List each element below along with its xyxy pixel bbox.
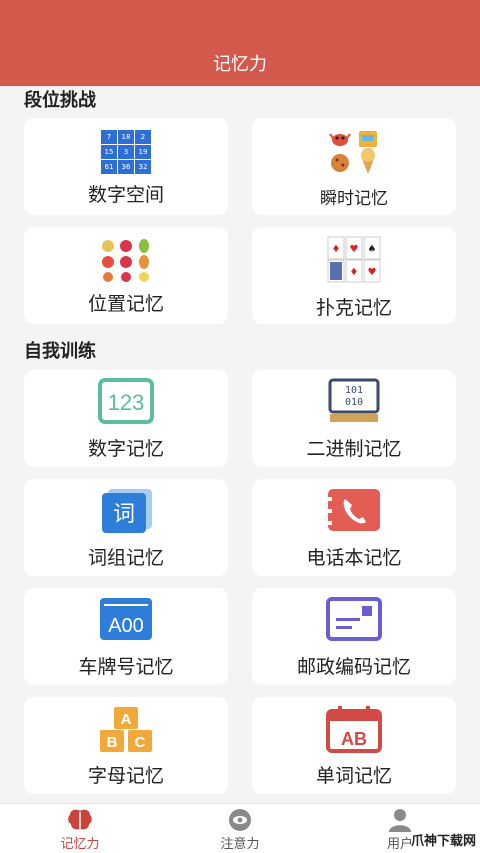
card-label: 单词记忆 xyxy=(315,765,392,787)
phrase-book-icon: 词 xyxy=(102,489,152,533)
grid-cell: 19 xyxy=(135,145,151,159)
number-123-icon: 123 xyxy=(98,378,154,424)
svg-text:C: C xyxy=(135,734,146,751)
fruit-grid-icon xyxy=(102,239,149,282)
card-label: 数字记忆 xyxy=(87,438,164,460)
envelope-icon xyxy=(326,597,382,641)
svg-text:♠: ♠ xyxy=(368,244,377,255)
svg-text:♦: ♦ xyxy=(332,244,341,255)
tab-attention[interactable]: 注意力 xyxy=(160,804,320,853)
section-title-training: 自我训练 xyxy=(24,341,96,362)
brain-icon xyxy=(68,809,92,830)
card-instant-memory[interactable]: 瞬时记忆 xyxy=(252,118,456,215)
eye-icon xyxy=(229,809,251,831)
card-label: 电话本记忆 xyxy=(306,547,402,569)
card-phrase-memory[interactable]: 词 词组记忆 xyxy=(24,479,228,576)
card-label: 位置记忆 xyxy=(87,293,164,315)
svg-text:AB: AB xyxy=(341,729,367,749)
svg-text:♦: ♦ xyxy=(350,267,359,278)
app-header: 记忆力 xyxy=(0,0,480,86)
card-label: 数字空间 xyxy=(87,184,164,206)
grid-cell: 36 xyxy=(118,160,134,174)
card-letter-memory[interactable]: A B C 字母记忆 xyxy=(24,697,228,794)
svg-text:♥: ♥ xyxy=(350,244,359,255)
phone-icon xyxy=(328,489,380,531)
abc-blocks-icon: A B C xyxy=(100,707,152,752)
svg-text:A: A xyxy=(121,711,132,728)
tab-label: 记忆力 xyxy=(60,837,100,852)
card-number-memory[interactable]: 123 数字记忆 xyxy=(24,370,228,467)
word-calendar-icon: AB xyxy=(326,706,382,753)
card-label: 词组记忆 xyxy=(87,547,164,569)
playing-cards-icon: ♦ ♥ ♠ ♦ ♥ xyxy=(327,236,381,283)
card-number-space[interactable]: 7 18 2 15 3 19 61 36 32 数字空间 xyxy=(24,118,228,215)
card-postal-code-memory[interactable]: 邮政编码记忆 xyxy=(252,588,456,685)
grid-cell: 18 xyxy=(118,130,134,144)
number-grid-icon: 7 18 2 15 3 19 61 36 32 xyxy=(101,130,151,174)
card-binary-memory[interactable]: 101 010 二进制记忆 xyxy=(252,370,456,467)
grid-cell: 2 xyxy=(135,130,151,144)
grid-cell: 3 xyxy=(118,145,134,159)
grid-cell: 7 xyxy=(101,130,117,144)
bottom-tab-bar: 记忆力 注意力 用户 xyxy=(0,803,480,853)
svg-text:123: 123 xyxy=(108,390,145,415)
card-poker-memory[interactable]: ♦ ♥ ♠ ♦ ♥ 扑克记忆 xyxy=(252,227,456,324)
card-label: 扑克记忆 xyxy=(315,297,392,319)
grid-cell: 61 xyxy=(101,160,117,174)
card-label: 瞬时记忆 xyxy=(320,189,388,209)
tab-label: 注意力 xyxy=(220,837,260,852)
svg-text:B: B xyxy=(107,734,118,751)
license-plate-icon: A00 xyxy=(100,598,152,640)
card-label: 字母记忆 xyxy=(87,765,164,787)
user-icon xyxy=(389,809,411,832)
card-word-memory[interactable]: AB 单词记忆 xyxy=(252,697,456,794)
page-title: 记忆力 xyxy=(213,54,267,75)
card-label: 车牌号记忆 xyxy=(78,656,174,678)
section-title-challenge: 段位挑战 xyxy=(24,90,96,111)
svg-text:词: 词 xyxy=(113,502,135,527)
svg-text:101: 101 xyxy=(345,385,363,396)
binary-monitor-icon: 101 010 xyxy=(328,378,380,422)
svg-text:A00: A00 xyxy=(108,615,144,637)
svg-text:010: 010 xyxy=(345,397,363,408)
card-label: 邮政编码记忆 xyxy=(296,656,411,678)
card-position-memory[interactable]: 位置记忆 xyxy=(24,227,228,324)
card-label: 二进制记忆 xyxy=(306,438,402,460)
card-license-plate-memory[interactable]: A00 车牌号记忆 xyxy=(24,588,228,685)
grid-cell: 15 xyxy=(101,145,117,159)
tab-memory[interactable]: 记忆力 xyxy=(0,804,160,853)
watermark: 爪神下载网 xyxy=(410,834,476,849)
card-phonebook-memory[interactable]: 电话本记忆 xyxy=(252,479,456,576)
food-items-icon xyxy=(329,131,377,174)
svg-text:♥: ♥ xyxy=(368,267,377,278)
grid-cell: 32 xyxy=(135,160,151,174)
